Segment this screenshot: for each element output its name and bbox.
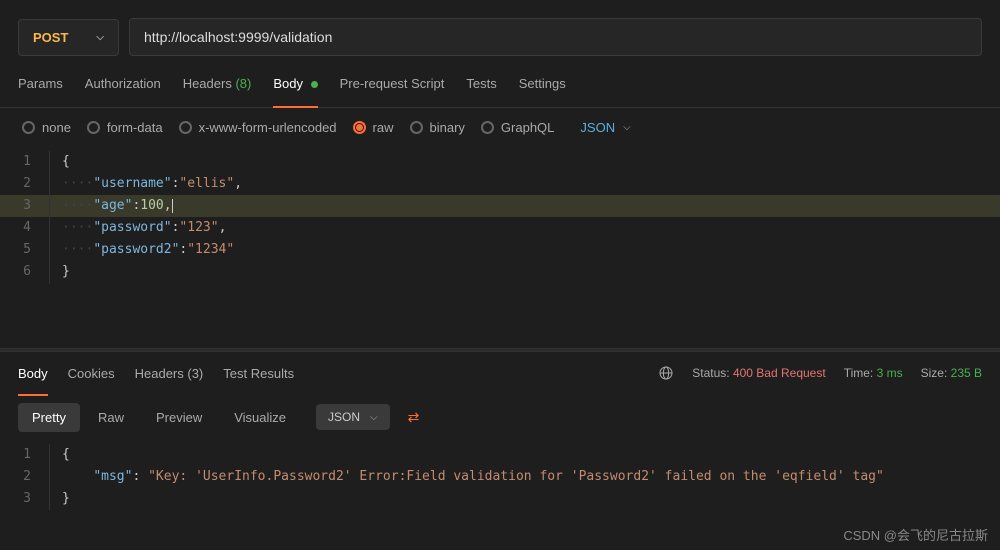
line-number: 3 <box>0 195 50 217</box>
tab-headers-label: Headers <box>183 76 232 91</box>
line-number: 3 <box>0 488 50 510</box>
comma: , <box>234 176 242 191</box>
json-string: "1234" <box>187 242 234 257</box>
request-body-editor[interactable]: 1 { 2 ····"username":"ellis", 3 ····"age… <box>0 147 1000 288</box>
json-key: "password" <box>93 220 171 235</box>
tab-body-label: Body <box>273 76 303 91</box>
response-tab-testresults[interactable]: Test Results <box>223 362 294 385</box>
url-input[interactable]: http://localhost:9999/validation <box>129 18 982 56</box>
body-type-formdata-label: form-data <box>107 120 163 135</box>
tab-authorization[interactable]: Authorization <box>85 70 161 97</box>
body-type-none-label: none <box>42 120 71 135</box>
tab-headers-count: (8) <box>235 76 251 91</box>
view-pretty-button[interactable]: Pretty <box>18 403 80 432</box>
code-brace: { <box>62 447 70 462</box>
chevron-down-icon: ⌵ <box>370 412 378 423</box>
response-tab-cookies[interactable]: Cookies <box>68 362 115 385</box>
http-method-label: POST <box>33 30 68 45</box>
time-block: Time: 3 ms <box>844 366 903 380</box>
body-type-raw-label: raw <box>373 120 394 135</box>
body-type-urlencoded-label: x-www-form-urlencoded <box>199 120 337 135</box>
code-brace: { <box>62 154 70 169</box>
url-value: http://localhost:9999/validation <box>144 29 332 45</box>
status-label: Status: <box>692 366 729 380</box>
indent-dots <box>62 469 93 484</box>
time-value: 3 ms <box>877 366 903 380</box>
json-key: "username" <box>93 176 171 191</box>
json-string: "ellis" <box>179 176 234 191</box>
body-type-graphql[interactable]: GraphQL <box>481 120 554 135</box>
json-key: "password2" <box>93 242 179 257</box>
body-format-label: JSON <box>580 120 615 135</box>
response-tab-headers[interactable]: Headers (3) <box>135 362 204 385</box>
code-brace: } <box>62 264 70 279</box>
line-number: 6 <box>0 261 50 283</box>
body-type-binary-label: binary <box>430 120 465 135</box>
status-block: Status: 400 Bad Request <box>692 366 825 380</box>
line-number: 1 <box>0 444 50 466</box>
view-visualize-button[interactable]: Visualize <box>220 403 300 432</box>
response-tab-headers-label: Headers <box>135 366 184 381</box>
tab-settings[interactable]: Settings <box>519 70 566 97</box>
line-number: 2 <box>0 173 50 195</box>
response-format-label: JSON <box>328 410 360 424</box>
body-type-binary[interactable]: binary <box>410 120 465 135</box>
body-type-formdata[interactable]: form-data <box>87 120 163 135</box>
body-type-none[interactable]: none <box>22 120 71 135</box>
json-key: "age" <box>93 198 132 213</box>
response-body-editor[interactable]: 1 { 2 "msg": "Key: 'UserInfo.Password2' … <box>0 440 1000 514</box>
wrap-lines-icon[interactable]: ⇄ <box>398 403 430 432</box>
size-block: Size: 235 B <box>921 366 982 380</box>
response-tab-headers-count: (3) <box>187 366 203 381</box>
json-key: "msg" <box>93 469 132 484</box>
code-brace: } <box>62 491 70 506</box>
response-tab-body[interactable]: Body <box>18 362 48 385</box>
colon: : <box>132 469 148 484</box>
radio-icon <box>87 121 100 134</box>
size-value: 235 B <box>951 366 982 380</box>
line-number: 4 <box>0 217 50 239</box>
tab-prerequest[interactable]: Pre-request Script <box>340 70 445 97</box>
radio-icon <box>481 121 494 134</box>
tab-tests[interactable]: Tests <box>466 70 496 97</box>
radio-icon <box>179 121 192 134</box>
chevron-down-icon: ⌵ <box>96 32 104 43</box>
line-number: 5 <box>0 239 50 261</box>
body-type-raw[interactable]: raw <box>353 120 394 135</box>
comma: , <box>164 198 172 213</box>
tab-body[interactable]: Body <box>273 70 317 97</box>
json-string: "Key: 'UserInfo.Password2' Error:Field v… <box>148 469 884 484</box>
radio-icon <box>410 121 423 134</box>
comma: , <box>219 220 227 235</box>
indent-dots: ···· <box>62 242 93 257</box>
globe-icon[interactable] <box>658 365 674 381</box>
text-cursor <box>172 199 173 213</box>
view-preview-button[interactable]: Preview <box>142 403 216 432</box>
line-number: 2 <box>0 466 50 488</box>
view-raw-button[interactable]: Raw <box>84 403 138 432</box>
indent-dots: ···· <box>62 220 93 235</box>
size-label: Size: <box>921 366 948 380</box>
line-number: 1 <box>0 151 50 173</box>
status-code: 400 Bad Request <box>733 366 826 380</box>
indent-dots: ···· <box>62 176 93 191</box>
chevron-down-icon: ⌵ <box>623 122 631 133</box>
body-format-select[interactable]: JSON ⌵ <box>580 120 630 135</box>
json-string: "123" <box>179 220 218 235</box>
response-format-select[interactable]: JSON ⌵ <box>316 404 390 430</box>
http-method-select[interactable]: POST ⌵ <box>18 19 119 56</box>
indent-dots: ···· <box>62 198 93 213</box>
radio-icon <box>22 121 35 134</box>
json-number: 100 <box>140 198 163 213</box>
tab-headers[interactable]: Headers (8) <box>183 70 252 97</box>
tab-params[interactable]: Params <box>18 70 63 97</box>
body-type-urlencoded[interactable]: x-www-form-urlencoded <box>179 120 337 135</box>
radio-selected-icon <box>353 121 366 134</box>
status-dot-icon <box>311 81 318 88</box>
body-type-graphql-label: GraphQL <box>501 120 554 135</box>
time-label: Time: <box>844 366 874 380</box>
watermark-text: CSDN @会飞的尼古拉斯 <box>843 525 988 544</box>
